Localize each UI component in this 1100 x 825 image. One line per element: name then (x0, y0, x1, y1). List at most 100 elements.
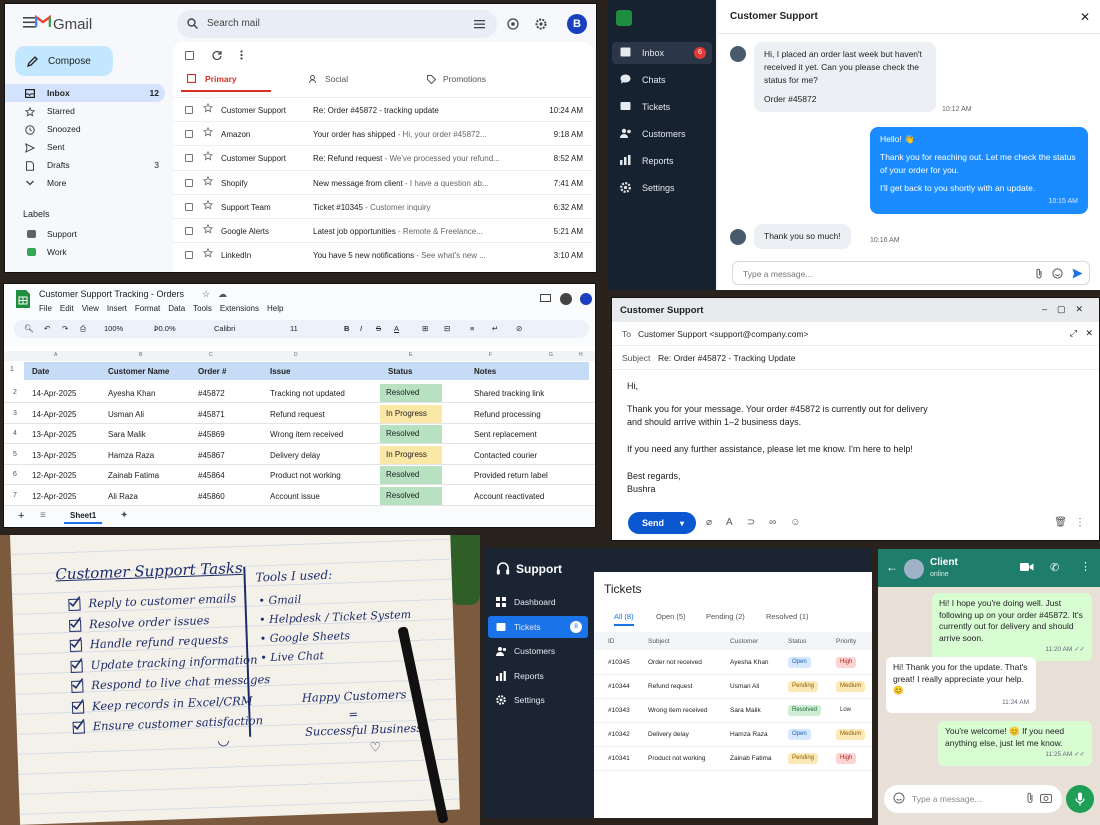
italic-button[interactable]: I (360, 324, 362, 333)
cell-order[interactable]: #45872 (198, 389, 225, 398)
wrap-icon[interactable]: ↵ (492, 324, 498, 333)
cell-order[interactable]: #45860 (198, 492, 225, 501)
status-cell[interactable]: Resolved (380, 425, 442, 443)
cell-name[interactable]: Sara Malik (108, 430, 146, 439)
star-icon[interactable]: ☆ (202, 289, 210, 300)
email-row[interactable]: Customer Support Re: Order #45872 - track… (173, 97, 593, 121)
cell-issue[interactable]: Wrong item received (270, 430, 343, 439)
cell-order[interactable]: #45871 (198, 410, 225, 419)
font-size-select[interactable]: 11 (290, 324, 298, 333)
row-checkbox[interactable] (185, 251, 193, 260)
row-checkbox[interactable] (185, 130, 193, 139)
status-cell[interactable]: Resolved (380, 486, 442, 505)
nav-snoozed[interactable]: Snoozed (5, 120, 165, 138)
number-format-select[interactable]: Ꝧ0.0% (154, 324, 176, 333)
menu-item-data[interactable]: Data (168, 304, 185, 313)
filter-resolved[interactable]: Resolved (1) (766, 612, 809, 621)
cell-notes[interactable]: Contacted courier (474, 451, 537, 460)
cell-issue[interactable]: Refund request (270, 410, 325, 419)
row-checkbox[interactable] (185, 202, 193, 211)
text-color-button[interactable]: A (394, 324, 399, 333)
tab-promotions[interactable]: Promotions (443, 74, 486, 84)
to-field[interactable]: To Customer Support <support@company.com… (612, 322, 1099, 346)
redo-icon[interactable]: ↷ (62, 324, 68, 333)
nav-sent[interactable]: Sent (5, 138, 165, 156)
helpdesk-nav-dashboard[interactable]: Dashboard (488, 591, 588, 613)
cell-issue[interactable]: Delivery delay (270, 451, 320, 460)
message-input[interactable]: Type a message... (732, 261, 1090, 285)
chat-nav-inbox[interactable]: Inbox 6 (612, 42, 712, 64)
nav-inbox[interactable]: Inbox 12 (5, 84, 165, 102)
filter-open[interactable]: Open (5) (656, 612, 686, 621)
email-row[interactable]: Google Alerts Latest job opportunities - … (173, 218, 593, 242)
filter-pending[interactable]: Pending (2) (706, 612, 745, 621)
cell-notes[interactable]: Sent replacement (474, 430, 537, 439)
send-icon[interactable] (1072, 268, 1083, 279)
cell-name[interactable]: Usman Ali (108, 410, 144, 419)
star-icon[interactable] (203, 175, 213, 186)
search-input[interactable]: Search mail (207, 18, 260, 29)
label-work[interactable]: Work (5, 243, 165, 261)
email-body[interactable]: Hi, Thank you for your message. Your ord… (627, 380, 1087, 496)
column-letter[interactable]: G (549, 352, 553, 358)
link-icon[interactable]: ⊘ (516, 324, 522, 333)
cell-notes[interactable]: Provided return label (474, 471, 548, 480)
subject-field[interactable]: Subject Re: Order #45872 - Tracking Upda… (612, 346, 1099, 370)
ticket-row[interactable]: #10345 Order not received Ayesha Khan Open H… (594, 651, 872, 675)
cell-issue[interactable]: Product not working (270, 471, 341, 480)
to-value[interactable]: Customer Support <support@company.com> (638, 329, 809, 339)
cell-issue[interactable]: Tracking not updated (270, 389, 345, 398)
row-checkbox[interactable] (185, 178, 193, 187)
header-cell[interactable]: Customer Name (108, 367, 169, 376)
sheet-tab[interactable]: Sheet1 (64, 511, 103, 524)
select-all-checkbox[interactable] (185, 50, 194, 60)
column-letter[interactable]: B (139, 352, 142, 358)
cloud-status-icon[interactable]: ☁ (218, 289, 227, 300)
link-icon[interactable]: ⊃ (747, 517, 755, 528)
header-cell[interactable]: Date (32, 367, 49, 376)
star-icon[interactable] (203, 248, 213, 258)
menu-item-tools[interactable]: Tools (193, 304, 212, 313)
add-sheet-icon[interactable]: + (18, 510, 24, 522)
cell-name[interactable]: Ayesha Khan (108, 389, 155, 398)
label-support[interactable]: Support (5, 225, 165, 243)
close-icon[interactable]: ✕ (1085, 328, 1093, 339)
sheet-row[interactable]: 7 12-Apr-2025 Ali Raza #45860 Account issue R… (4, 486, 595, 506)
borders-icon[interactable]: ⊞ (422, 324, 428, 333)
search-filter-icon[interactable] (474, 19, 485, 29)
formatting-icon[interactable]: A (726, 517, 733, 528)
undo-icon[interactable]: ↶ (44, 324, 50, 333)
message-input-placeholder[interactable]: Type a message... (743, 269, 812, 279)
filter-all[interactable]: All (8) (614, 612, 634, 626)
message-input[interactable]: Type a message... (884, 785, 1062, 813)
cell-notes[interactable]: Shared tracking link (474, 389, 544, 398)
email-row[interactable]: Customer Support Re: Refund request - We'… (173, 145, 593, 169)
header-cell[interactable]: Order # (198, 367, 226, 376)
expand-icon[interactable]: ⤢ (1070, 328, 1077, 339)
email-row[interactable]: LinkedIn You have 5 new notifications - S… (173, 242, 593, 266)
cell-date[interactable]: 12-Apr-2025 (32, 492, 76, 501)
camera-icon[interactable] (1040, 793, 1052, 803)
status-cell[interactable]: Resolved (380, 384, 442, 402)
cell-order[interactable]: #45869 (198, 430, 225, 439)
star-icon[interactable] (203, 224, 213, 234)
menu-item-format[interactable]: Format (135, 304, 160, 313)
zoom-select[interactable]: 100% (104, 324, 123, 333)
email-row[interactable]: Support Team Ticket #10345 - Customer inq… (173, 193, 593, 218)
cell-issue[interactable]: Account issue (270, 492, 320, 501)
chevron-down-icon[interactable]: ▾ (680, 519, 684, 528)
column-letter[interactable]: H (579, 352, 583, 358)
search-icon[interactable]: 🔍︎ (24, 324, 34, 333)
star-icon[interactable] (203, 103, 213, 113)
align-icon[interactable]: ≡ (470, 324, 474, 333)
phone-icon[interactable]: ✆ (1050, 561, 1059, 574)
strikethrough-button[interactable]: S (376, 324, 381, 333)
header-cell[interactable]: Notes (474, 367, 496, 376)
email-row[interactable]: Amazon Your order has shipped - Hi, your … (173, 121, 593, 145)
sheets-logo-icon[interactable] (16, 290, 30, 308)
comment-icon[interactable] (540, 294, 551, 304)
row-checkbox[interactable] (185, 227, 193, 235)
row-checkbox[interactable] (185, 154, 193, 163)
contact-name[interactable]: Client (930, 557, 958, 568)
more-options-icon[interactable] (240, 50, 243, 60)
